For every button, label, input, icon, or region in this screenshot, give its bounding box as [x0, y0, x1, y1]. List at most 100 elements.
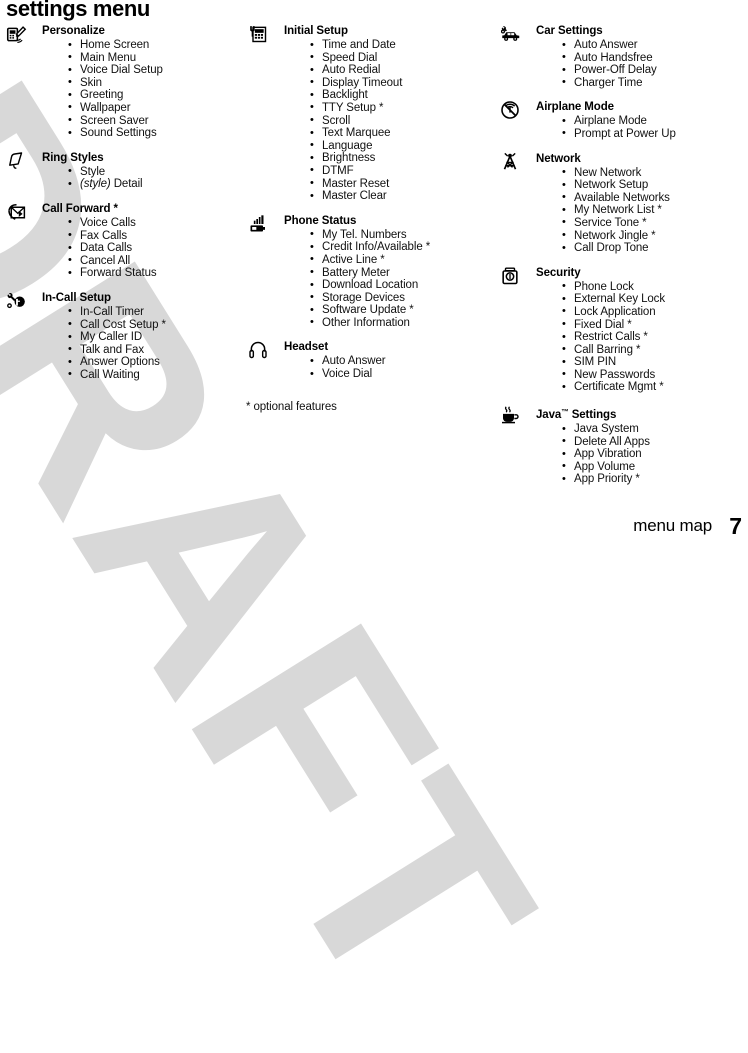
menu-item[interactable]: Style: [68, 165, 244, 179]
menu-item[interactable]: Download Location: [310, 279, 492, 292]
airplane-mode-no-signal-icon: [500, 100, 524, 122]
menu-item[interactable]: Service Tone *: [562, 216, 746, 230]
menu-group-title: Java™ Settings: [536, 407, 617, 422]
menu-item[interactable]: Skin: [68, 76, 244, 90]
java-settings-coffee-cup-icon: [500, 405, 524, 427]
menu-item[interactable]: Certificate Mgmt *: [562, 381, 746, 394]
menu-item[interactable]: Scroll: [310, 114, 492, 128]
menu-item[interactable]: Storage Devices: [310, 291, 492, 305]
menu-item[interactable]: Auto Answer: [310, 355, 492, 368]
menu-item[interactable]: Display Timeout: [310, 76, 492, 90]
menu-item[interactable]: Fax Calls: [68, 229, 244, 243]
menu-item[interactable]: My Caller ID: [68, 331, 244, 344]
menu-item[interactable]: Text Marquee: [310, 127, 492, 140]
menu-item[interactable]: New Network: [562, 166, 746, 180]
menu-item[interactable]: Speed Dial: [310, 51, 492, 65]
menu-item[interactable]: Auto Handsfree: [562, 51, 746, 65]
menu-item[interactable]: Language: [310, 139, 492, 153]
personalize-pen-phone-icon: [6, 24, 30, 46]
menu-item[interactable]: Call Barring *: [562, 343, 746, 357]
menu-item[interactable]: Brightness: [310, 152, 492, 165]
menu-item[interactable]: Wallpaper: [68, 101, 244, 115]
menu-item[interactable]: App Volume: [562, 460, 746, 474]
menu-item[interactable]: Battery Meter: [310, 266, 492, 280]
menu-group-title: Personalize: [42, 25, 105, 37]
menu-item[interactable]: Restrict Calls *: [562, 331, 746, 344]
menu-item[interactable]: Screen Saver: [68, 114, 244, 128]
menu-item[interactable]: Time and Date: [310, 39, 492, 52]
menu-item[interactable]: Phone Lock: [562, 280, 746, 294]
menu-item[interactable]: Forward Status: [68, 267, 244, 280]
menu-group: Call Forward *Voice CallsFax CallsData C…: [4, 202, 244, 280]
menu-item[interactable]: Call Drop Tone: [562, 242, 746, 255]
menu-item[interactable]: Master Reset: [310, 177, 492, 191]
menu-item[interactable]: Answer Options: [68, 356, 244, 369]
menu-item[interactable]: Talk and Fax: [68, 343, 244, 357]
menu-item[interactable]: Auto Answer: [562, 39, 746, 52]
menu-item[interactable]: Fixed Dial *: [562, 318, 746, 332]
menu-item[interactable]: Other Information: [310, 316, 492, 330]
menu-item[interactable]: Auto Redial: [310, 64, 492, 77]
menu-column-1: Personalize Home ScreenMain MenuVoice Dia…: [4, 24, 244, 392]
menu-item[interactable]: TTY Setup *: [310, 101, 492, 115]
menu-group-title: Initial Setup: [284, 25, 348, 37]
menu-item-list: Airplane ModePrompt at Power Up: [536, 115, 746, 140]
menu-item-list: Style(style) Detail: [42, 165, 244, 191]
menu-item[interactable]: My Network List *: [562, 204, 746, 217]
menu-item[interactable]: Airplane Mode: [562, 115, 746, 128]
menu-group-title: In-Call Setup: [42, 291, 111, 304]
menu-item[interactable]: Home Screen: [68, 39, 244, 52]
menu-item[interactable]: Java System: [562, 423, 746, 436]
menu-item[interactable]: Active Line *: [310, 253, 492, 267]
menu-group: Personalize Home ScreenMain MenuVoice Dia…: [4, 24, 244, 140]
menu-item[interactable]: New Passwords: [562, 368, 746, 382]
menu-item[interactable]: Charger Time: [562, 76, 746, 90]
menu-item[interactable]: Prompt at Power Up: [562, 127, 746, 141]
menu-map-page: settings menu Personalize Home ScreenMain…: [0, 0, 748, 542]
optional-features-footnote: * optional features: [246, 401, 337, 413]
menu-item[interactable]: Voice Calls: [68, 216, 244, 230]
menu-group-title: Ring Styles: [42, 151, 104, 164]
menu-item[interactable]: My Tel. Numbers: [310, 228, 492, 242]
menu-item[interactable]: Network Jingle *: [562, 229, 746, 243]
menu-item[interactable]: DTMF: [310, 164, 492, 178]
menu-item[interactable]: Power-Off Delay: [562, 64, 746, 77]
menu-item[interactable]: App Priority *: [562, 473, 746, 486]
menu-group-title: Security: [536, 266, 581, 279]
menu-item[interactable]: Sound Settings: [68, 127, 244, 140]
menu-group-title: Headset: [284, 341, 329, 354]
menu-item[interactable]: Available Networks: [562, 191, 746, 205]
menu-item[interactable]: Master Clear: [310, 190, 492, 203]
menu-item[interactable]: Call Waiting: [68, 368, 244, 382]
menu-group: Airplane ModeAirplane ModePrompt at Powe…: [498, 100, 746, 140]
menu-item-list: Auto AnswerAuto HandsfreePower-Off Delay…: [536, 39, 746, 89]
menu-item[interactable]: External Key Lock: [562, 293, 746, 306]
menu-item[interactable]: App Vibration: [562, 448, 746, 461]
menu-group-title: Airplane Mode: [536, 101, 614, 114]
menu-item[interactable]: Lock Application: [562, 305, 746, 319]
menu-group: Ring StylesStyle(style) Detail: [4, 151, 244, 191]
menu-item[interactable]: Voice Dial: [310, 368, 492, 381]
menu-item-list: Voice CallsFax CallsData CallsCancel All…: [42, 216, 244, 280]
menu-column-2: Initial SetupTime and DateSpeed DialAuto…: [246, 24, 492, 392]
page-title: settings menu: [6, 0, 150, 21]
menu-item[interactable]: Credit Info/Available *: [310, 241, 492, 254]
menu-group: Initial Setup Time and DateSpeed DialAuto…: [246, 24, 492, 203]
menu-item[interactable]: Main Menu: [68, 51, 244, 65]
menu-item[interactable]: Data Calls: [68, 242, 244, 255]
menu-item[interactable]: Cancel All: [68, 254, 244, 268]
menu-item[interactable]: Greeting: [68, 89, 244, 102]
menu-item[interactable]: In-Call Timer: [68, 305, 244, 319]
menu-item-list: Home ScreenMain MenuVoice Dial SetupSkin…: [42, 39, 244, 140]
menu-item[interactable]: Voice Dial Setup: [68, 64, 244, 77]
menu-group-title: Car Settings: [536, 25, 603, 37]
menu-item[interactable]: Call Cost Setup *: [68, 318, 244, 332]
phone-status-signal-battery-icon: [248, 214, 272, 236]
menu-item[interactable]: Software Update *: [310, 304, 492, 317]
menu-item[interactable]: (style) Detail: [68, 178, 244, 191]
menu-item[interactable]: Backlight: [310, 89, 492, 102]
menu-item[interactable]: SIM PIN: [562, 356, 746, 369]
menu-item[interactable]: Network Setup: [562, 179, 746, 192]
menu-group: SecurityPhone LockExternal Key LockLock …: [498, 266, 746, 394]
menu-item[interactable]: Delete All Apps: [562, 435, 746, 449]
